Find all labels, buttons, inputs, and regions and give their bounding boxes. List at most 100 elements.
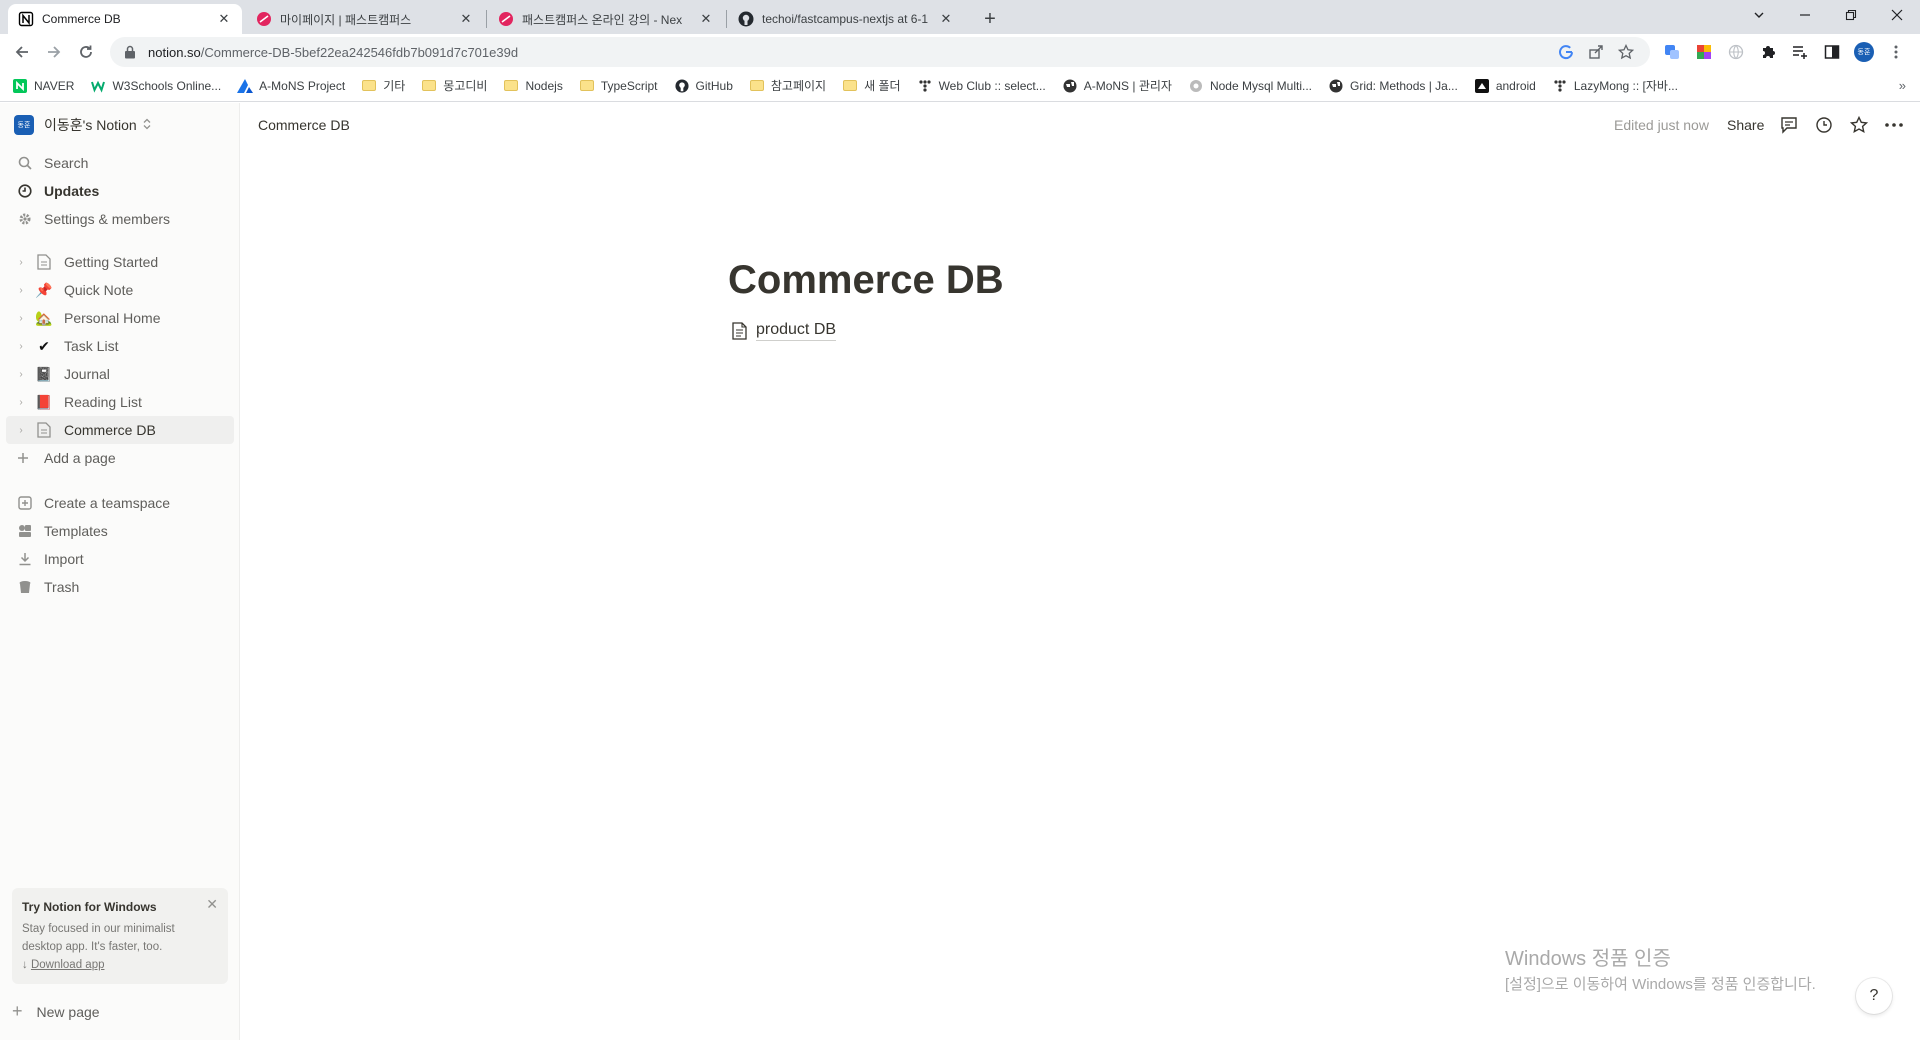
bookmarks-bar: NAVER W3Schools Online... A-MoNS Project… xyxy=(0,70,1920,102)
templates-icon xyxy=(14,520,36,542)
close-icon[interactable]: ✕ xyxy=(206,896,218,913)
chevron-right-icon[interactable]: › xyxy=(14,313,28,324)
fastcampus-icon xyxy=(256,11,272,27)
back-button[interactable] xyxy=(8,38,36,66)
sidebar-page-commerce-db[interactable]: › Commerce DB xyxy=(6,416,234,444)
address-bar[interactable]: notion.so/Commerce-DB-5bef22ea242546fdb7… xyxy=(110,37,1650,67)
close-icon[interactable]: ✕ xyxy=(938,11,954,27)
gear-icon xyxy=(1188,78,1204,94)
tab-separator xyxy=(486,10,487,28)
sidebar-item-templates[interactable]: Templates xyxy=(6,517,234,545)
chevron-right-icon[interactable]: › xyxy=(14,257,28,268)
tab-title: techoi/fastcampus-nextjs at 6-1 xyxy=(762,12,929,26)
tab-separator xyxy=(726,10,727,28)
workspace-avatar: 동훈 xyxy=(14,115,34,135)
bookmark-webclub[interactable]: Web Club :: select... xyxy=(917,78,1046,94)
close-window-button[interactable] xyxy=(1874,0,1920,30)
chevron-right-icon[interactable]: › xyxy=(14,397,28,408)
restore-button[interactable] xyxy=(1828,0,1874,30)
bookmark-github[interactable]: GitHub xyxy=(674,78,733,94)
trash-icon xyxy=(14,576,36,598)
side-panel-icon[interactable] xyxy=(1822,42,1842,62)
page-title[interactable]: Commerce DB xyxy=(728,258,1004,303)
chevron-right-icon[interactable]: › xyxy=(14,425,28,436)
profile-avatar[interactable]: 동훈 xyxy=(1854,42,1874,62)
forward-button[interactable] xyxy=(40,38,68,66)
tab-github[interactable]: techoi/fastcampus-nextjs at 6-1 ✕ xyxy=(728,4,964,34)
bookmark-lazymong[interactable]: LazyMong :: [자바... xyxy=(1552,77,1678,94)
help-button[interactable]: ? xyxy=(1856,978,1892,1014)
sidebar-item-updates[interactable]: Updates xyxy=(6,177,234,205)
chevron-right-icon[interactable]: › xyxy=(14,285,28,296)
sidebar-item-trash[interactable]: Trash xyxy=(6,573,234,601)
tab-search-button[interactable] xyxy=(1736,0,1782,30)
favorite-star-icon[interactable] xyxy=(1847,113,1871,137)
sidebar-item-search[interactable]: Search xyxy=(6,149,234,177)
checkmark-icon: ✔ xyxy=(38,337,50,354)
page-icon xyxy=(34,252,54,272)
puzzle-icon[interactable] xyxy=(1758,42,1778,62)
edited-status: Edited just now xyxy=(1614,117,1709,133)
color-extension-icon[interactable] xyxy=(1694,42,1714,62)
globe-extension-icon[interactable] xyxy=(1726,42,1746,62)
reload-button[interactable] xyxy=(72,38,100,66)
menu-kebab-icon[interactable] xyxy=(1886,42,1906,62)
tab-commerce-db[interactable]: Commerce DB ✕ xyxy=(8,4,242,34)
chevron-right-icon[interactable]: › xyxy=(14,369,28,380)
breadcrumb[interactable]: Commerce DB xyxy=(258,117,350,133)
add-page-button[interactable]: Add a page xyxy=(8,444,236,472)
bookmark-star-icon[interactable] xyxy=(1617,43,1635,63)
import-icon xyxy=(14,548,36,570)
download-app-link[interactable]: Download app xyxy=(31,959,105,971)
history-clock-icon[interactable] xyxy=(1812,113,1836,137)
bookmark-amons-admin[interactable]: A-MoNS | 관리자 xyxy=(1062,77,1172,94)
sidebar-item-settings[interactable]: Settings & members xyxy=(6,205,234,233)
plus-icon: + xyxy=(12,1001,23,1021)
share-button[interactable]: Share xyxy=(1727,117,1764,133)
sidebar-page-reading-list[interactable]: › 📕 Reading List xyxy=(6,388,234,416)
translate-extension-icon[interactable] xyxy=(1662,42,1682,62)
promo-title: Try Notion for Windows xyxy=(22,900,157,914)
bookmark-folder-typescript[interactable]: TypeScript xyxy=(579,78,658,94)
bookmark-naver[interactable]: NAVER xyxy=(12,78,74,94)
sidebar-item-create-teamspace[interactable]: Create a teamspace xyxy=(6,489,234,517)
chevron-right-icon[interactable]: › xyxy=(14,341,28,352)
bookmark-folder-nodejs[interactable]: Nodejs xyxy=(503,78,563,94)
bookmark-node-mysql[interactable]: Node Mysql Multi... xyxy=(1188,78,1312,94)
folder-icon xyxy=(842,78,858,94)
bookmark-grid-methods[interactable]: Grid: Methods | Ja... xyxy=(1328,78,1458,94)
bookmark-w3schools[interactable]: W3Schools Online... xyxy=(90,78,221,94)
globe-icon xyxy=(1328,78,1344,94)
google-translate-icon[interactable] xyxy=(1558,44,1574,63)
bookmarks-overflow-icon[interactable]: » xyxy=(1899,78,1906,93)
sidebar-page-getting-started[interactable]: › Getting Started xyxy=(6,248,234,276)
bookmark-android[interactable]: android xyxy=(1474,78,1536,94)
tab-fastcampus-course[interactable]: 패스트캠퍼스 온라인 강의 - Nex ✕ xyxy=(488,4,724,34)
reading-list-icon[interactable] xyxy=(1790,42,1810,62)
tab-strip: Commerce DB ✕ 마이페이지 | 패스트캠퍼스 ✕ 패스트캠퍼스 온라… xyxy=(0,0,1920,34)
bookmark-folder-etc[interactable]: 기타 xyxy=(361,77,405,94)
new-page-button[interactable]: + New page xyxy=(12,1001,100,1022)
workspace-switcher[interactable]: 동훈 이동훈's Notion xyxy=(14,115,151,135)
close-icon[interactable]: ✕ xyxy=(216,11,232,27)
subpage-link-product-db[interactable]: product DB xyxy=(728,320,837,342)
bookmark-folder-reference[interactable]: 참고페이지 xyxy=(749,77,826,94)
close-icon[interactable]: ✕ xyxy=(698,11,714,27)
notion-icon xyxy=(18,11,34,27)
more-options-icon[interactable] xyxy=(1882,113,1906,137)
windows-activation-watermark: Windows 정품 인증 [설정]으로 이동하여 Windows를 정품 인증… xyxy=(1505,948,1816,993)
sidebar-item-import[interactable]: Import xyxy=(6,545,234,573)
bookmark-amons-project[interactable]: A-MoNS Project xyxy=(237,78,345,94)
comment-icon[interactable] xyxy=(1777,113,1801,137)
close-icon[interactable]: ✕ xyxy=(458,11,474,27)
sidebar-page-task-list[interactable]: › ✔ Task List xyxy=(6,332,234,360)
bookmark-folder-new[interactable]: 새 폴더 xyxy=(842,77,901,94)
tab-mypage[interactable]: 마이페이지 | 패스트캠퍼스 ✕ xyxy=(246,4,484,34)
bookmark-folder-mongodb[interactable]: 몽고디비 xyxy=(421,77,487,94)
sidebar-page-journal[interactable]: › 📓 Journal xyxy=(6,360,234,388)
new-tab-button[interactable]: + xyxy=(978,7,1002,31)
share-icon[interactable] xyxy=(1588,44,1604,63)
sidebar-page-personal-home[interactable]: › 🏡 Personal Home xyxy=(6,304,234,332)
sidebar-page-quick-note[interactable]: › 📌 Quick Note xyxy=(6,276,234,304)
minimize-button[interactable] xyxy=(1782,0,1828,30)
